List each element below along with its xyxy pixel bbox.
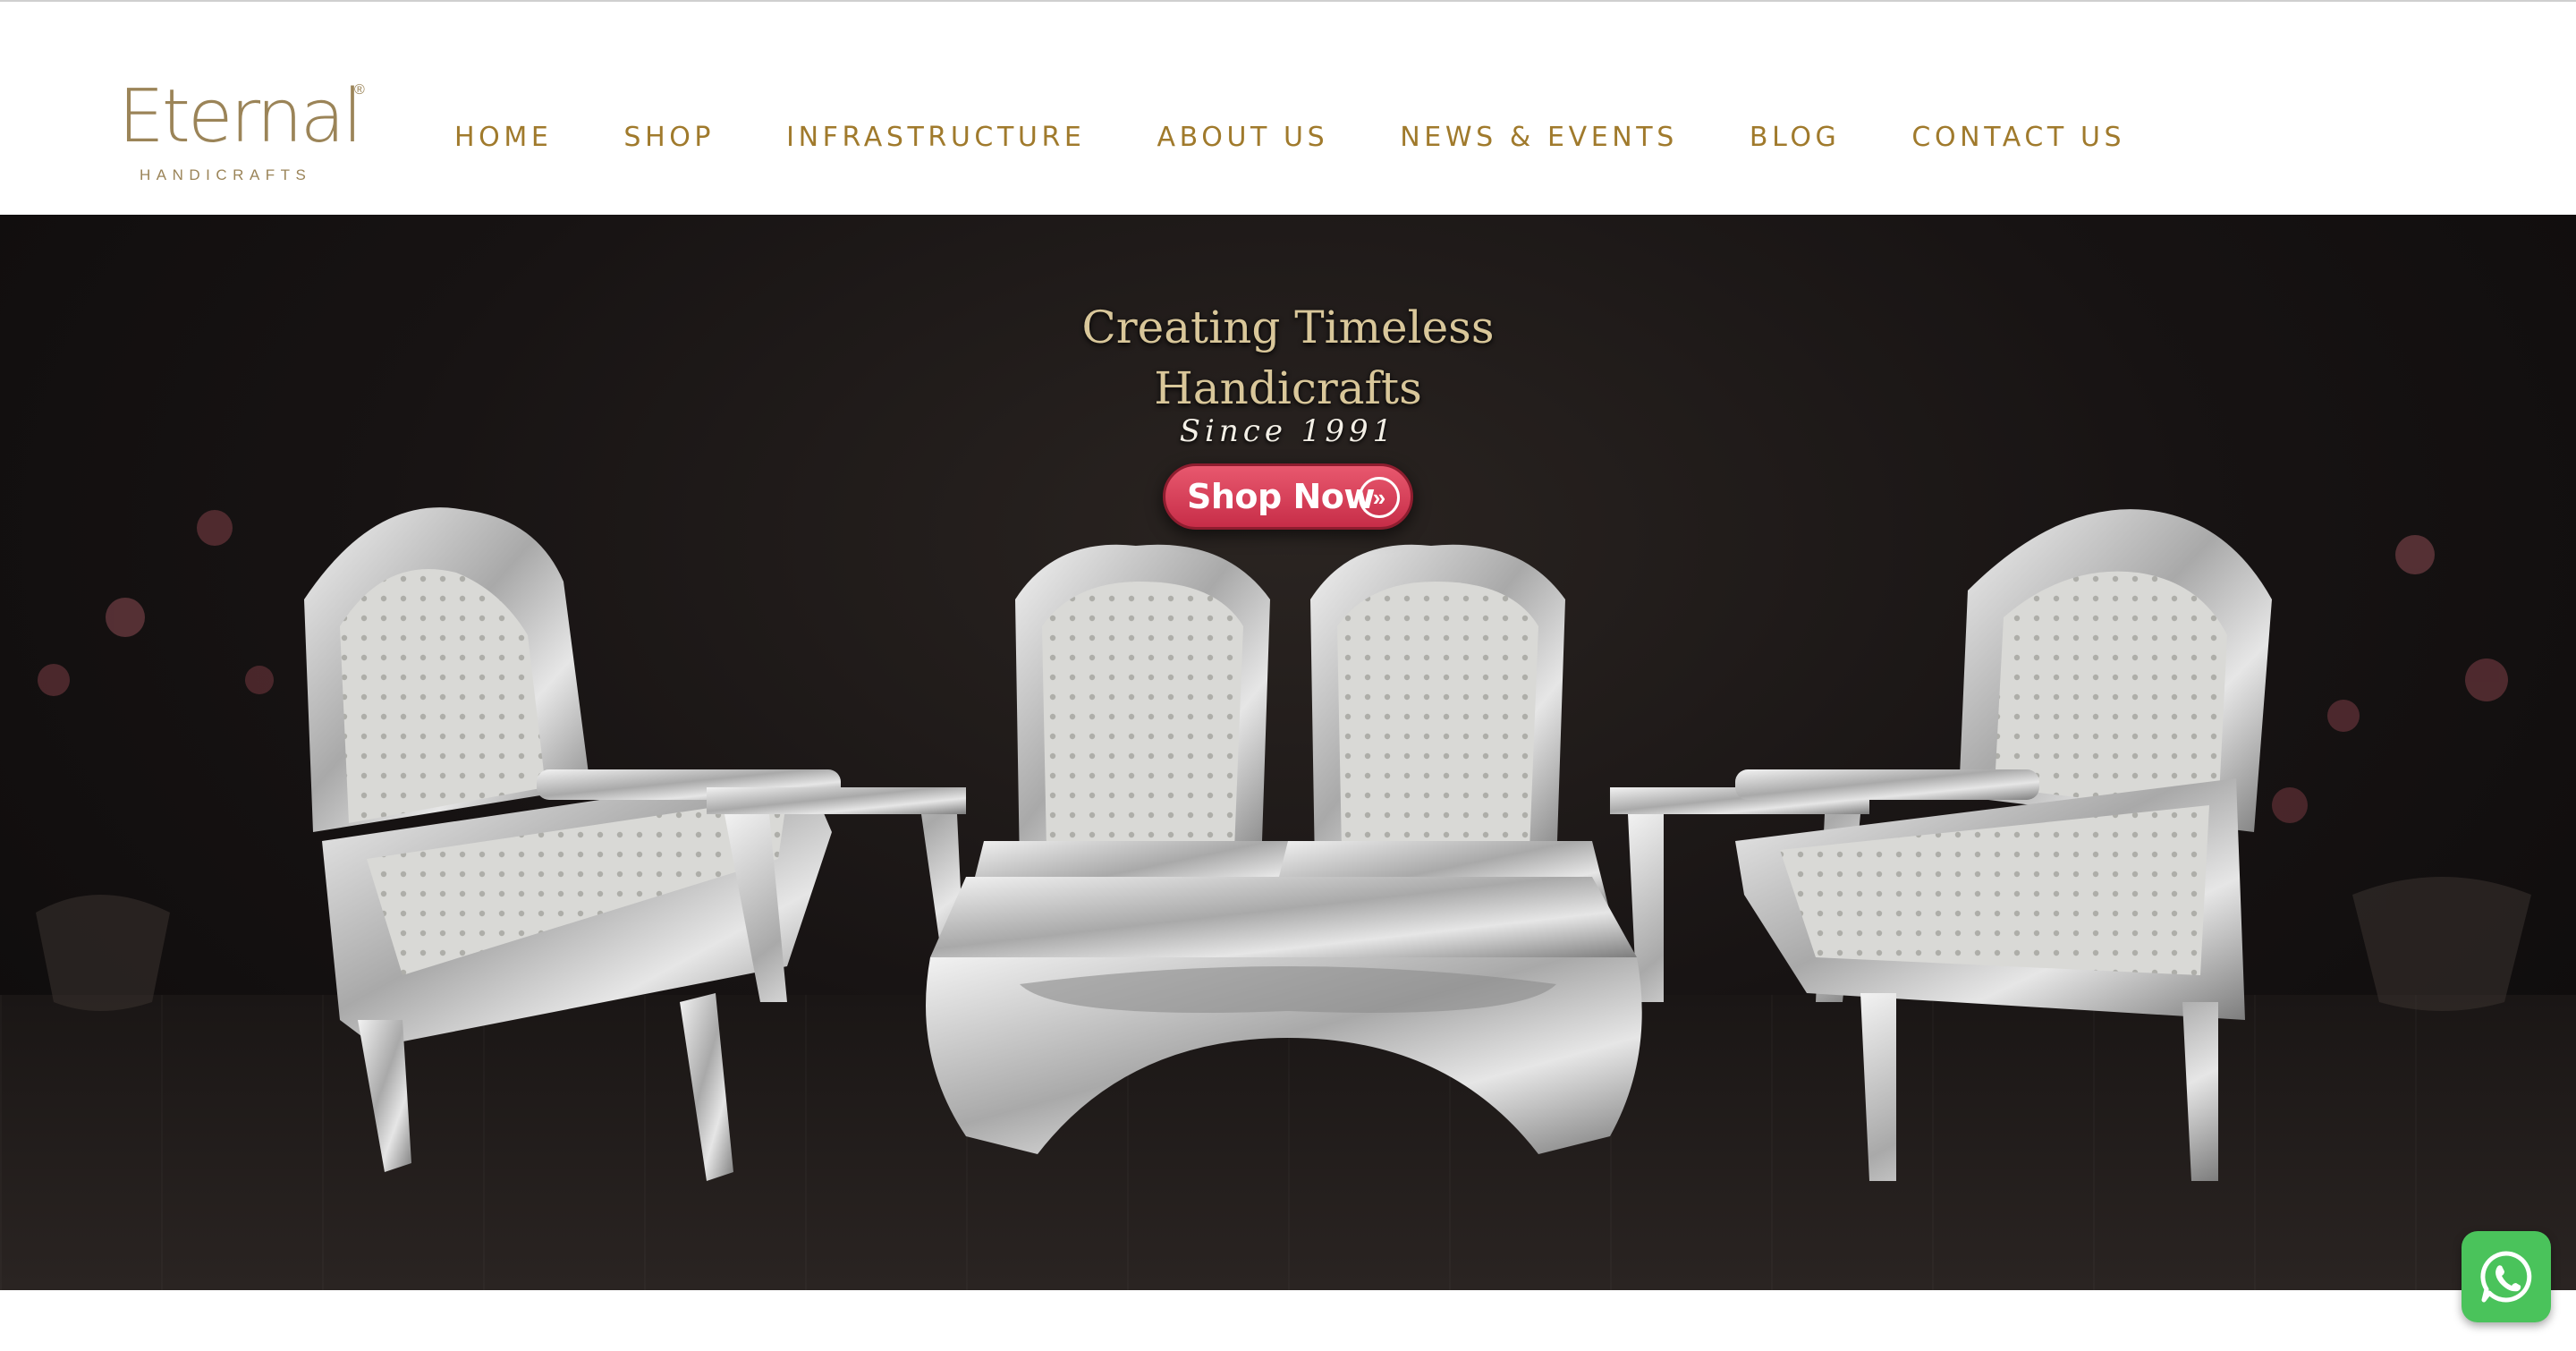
- hero-headline: Creating Timeless Handicrafts: [1020, 297, 1556, 419]
- center-chair-right: [1270, 544, 1610, 913]
- hero-headline-line2: Handicrafts: [1154, 362, 1422, 414]
- shop-now-label: Shop Now: [1187, 477, 1375, 516]
- hero-since: Since 1991: [1179, 413, 1397, 449]
- nav-infrastructure[interactable]: INFRASTRUCTURE: [786, 122, 1085, 153]
- logo-tagline: HANDICRAFTS: [140, 166, 312, 183]
- brand-logo[interactable]: Eternal ® HANDICRAFTS: [118, 81, 386, 188]
- site-header: Eternal ® HANDICRAFTS HOME SHOP INFRASTR…: [0, 2, 2576, 215]
- armchair-right: [1735, 509, 2272, 1181]
- nav-shop[interactable]: SHOP: [623, 122, 715, 153]
- nav-contact-us[interactable]: CONTACT US: [1911, 122, 2125, 153]
- hero-banner: Creating Timeless Handicrafts Since 1991…: [0, 215, 2576, 1290]
- page-bottom: [0, 1290, 2576, 1351]
- whatsapp-button[interactable]: [2462, 1231, 2551, 1322]
- nav-blog[interactable]: BLOG: [1750, 122, 1841, 153]
- logo-wordmark: Eternal: [118, 74, 363, 159]
- nav-about-us[interactable]: ABOUT US: [1157, 122, 1328, 153]
- roses-left: [36, 510, 274, 1011]
- nav-home[interactable]: HOME: [454, 122, 552, 153]
- hero-headline-line1: Creating Timeless: [1081, 302, 1495, 353]
- coffee-table: [926, 877, 1642, 1154]
- main-nav: HOME SHOP INFRASTRUCTURE ABOUT US NEWS &…: [454, 118, 2197, 156]
- center-chair-left: [966, 544, 1306, 913]
- roses-right: [2272, 535, 2531, 1011]
- whatsapp-icon: [2480, 1251, 2532, 1303]
- nav-news-events[interactable]: NEWS & EVENTS: [1400, 122, 1678, 153]
- shop-now-button[interactable]: Shop Now »: [1163, 463, 1413, 530]
- double-chevron-right-icon: »: [1359, 477, 1400, 518]
- registered-mark: ®: [354, 82, 365, 98]
